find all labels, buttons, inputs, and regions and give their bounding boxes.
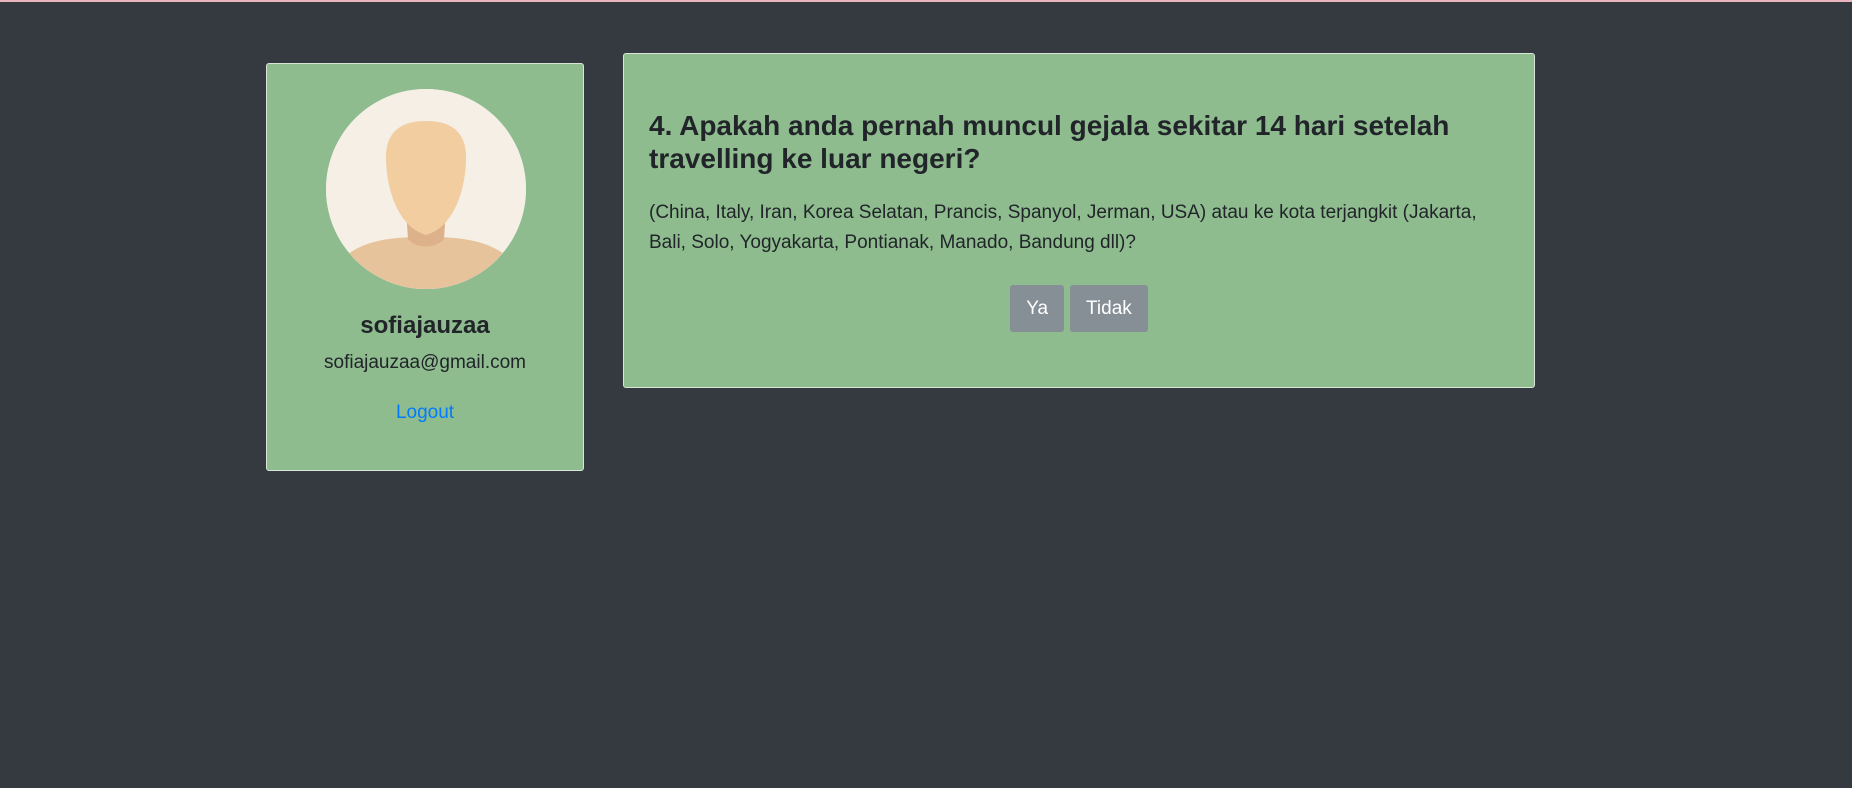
profile-card: sofiajauzaa sofiajauzaa@gmail.com Logout: [266, 63, 584, 471]
answer-buttons: Ya Tidak: [624, 285, 1534, 332]
no-button[interactable]: Tidak: [1070, 285, 1148, 332]
logout-link[interactable]: Logout: [267, 401, 583, 425]
top-border-line: [0, 0, 1852, 2]
question-description: (China, Italy, Iran, Korea Selatan, Pran…: [649, 202, 1477, 253]
question-title: 4. Apakah anda pernah muncul gejala seki…: [649, 110, 1450, 174]
yes-button[interactable]: Ya: [1010, 285, 1065, 332]
user-avatar-icon: [326, 89, 526, 289]
question-card: 4. Apakah anda pernah muncul gejala seki…: [623, 53, 1535, 388]
profile-email: sofiajauzaa@gmail.com: [324, 352, 526, 373]
profile-username: sofiajauzaa: [360, 312, 490, 339]
